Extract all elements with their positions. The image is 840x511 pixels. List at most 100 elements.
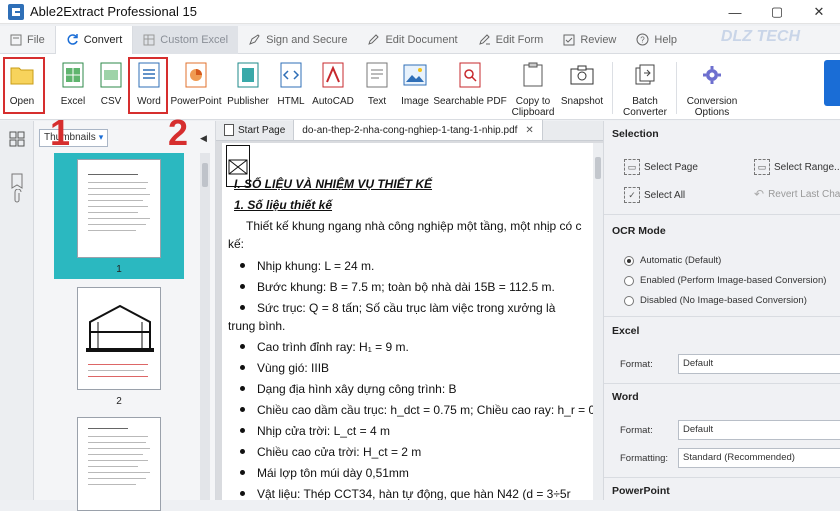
- doc-bullet: Cao trình đỉnh ray: H₁ = 9 m.: [234, 340, 409, 354]
- chevron-down-icon: ▾: [98, 132, 104, 142]
- page-icon: [224, 124, 234, 136]
- excel-button[interactable]: Excel: [56, 60, 90, 118]
- collapse-panel-icon[interactable]: ◀: [200, 133, 207, 144]
- refresh-icon: [67, 34, 78, 45]
- document-scrollbar[interactable]: [593, 143, 603, 500]
- drawing-preview: [86, 304, 154, 352]
- bookmark-icon[interactable]: [9, 173, 25, 189]
- menu-edit-document[interactable]: Edit Document: [357, 26, 467, 54]
- thumbnail-number: 2: [116, 396, 122, 407]
- minimize-button[interactable]: —: [714, 0, 756, 24]
- page-preview: [77, 287, 161, 390]
- searchable-pdf-button[interactable]: Searchable PDF: [433, 60, 507, 118]
- doc-bullet: Chiều cao dầm cầu trục: h_dct = 0.75 m; …: [234, 403, 595, 417]
- menu-edit-form[interactable]: Edit Form: [468, 26, 554, 54]
- maximize-button[interactable]: ▢: [756, 0, 798, 24]
- ocr-mode-title: OCR Mode: [612, 225, 666, 237]
- image-button[interactable]: Image: [400, 60, 430, 118]
- attachment-icon[interactable]: [9, 189, 25, 205]
- table-icon: [143, 34, 155, 45]
- batch-converter-button[interactable]: Batch Converter: [622, 60, 668, 118]
- powerpoint-title: PowerPoint: [612, 485, 670, 497]
- word-format-select[interactable]: Default: [678, 420, 840, 440]
- menu-review[interactable]: Review: [553, 26, 626, 54]
- pdf-page: I. SỐ LIỆU VÀ NHIỆM VỤ THIẾT KẾ 1. Số li…: [222, 143, 597, 500]
- doc-bullet-cont: trung bình.: [228, 319, 286, 333]
- tab-start-page[interactable]: Start Page: [216, 120, 295, 140]
- tab-document[interactable]: do-an-thep-2-nha-cong-nghiep-1-tang-1-nh…: [294, 120, 543, 140]
- doc-bullet: Dạng địa hình xây dựng công trình: B: [234, 382, 457, 396]
- select-page-button[interactable]: ▭ Select Page: [624, 159, 698, 175]
- doc-bullet: Vật liệu: Thép CCT34, hàn tự động, que h…: [234, 487, 571, 500]
- step-1-label: 1: [50, 112, 71, 153]
- thumbnails-grid-icon[interactable]: [9, 131, 25, 147]
- checklist-icon: [563, 34, 575, 45]
- close-button[interactable]: ✕: [798, 0, 840, 24]
- conversion-options-button[interactable]: Conversion Options: [684, 60, 740, 118]
- text-file-icon: [364, 60, 390, 90]
- menu-custom-excel[interactable]: Custom Excel: [133, 25, 239, 54]
- doc-bullet: Chiều cao cửa trời: H_ct = 2 m: [234, 445, 421, 459]
- menu-file[interactable]: File: [0, 26, 55, 54]
- divider: [604, 477, 840, 478]
- doc-bullet: Vùng gió: IIIB: [234, 361, 329, 375]
- step-2-label: 2: [168, 112, 189, 153]
- doc-heading-1: I. SỐ LIỆU VÀ NHIỆM VỤ THIẾT KẾ: [234, 177, 433, 191]
- doc-paragraph: Thiết kế khung ngang nhà công nghiệp một…: [246, 219, 582, 233]
- thumbnail-page-2[interactable]: 2: [54, 281, 184, 411]
- ocr-automatic-radio[interactable]: Automatic (Default): [624, 255, 721, 266]
- revert-button[interactable]: ↶ Revert Last Cha: [754, 187, 840, 201]
- thumbnail-page-3[interactable]: [54, 411, 184, 511]
- doc-bullet: Bước khung: B = 7.5 m; toàn bộ nhà dài 1…: [234, 280, 555, 294]
- text-button[interactable]: Text: [364, 60, 390, 118]
- copy-clipboard-button[interactable]: Copy to Clipboard: [512, 60, 554, 118]
- thumbnails-scrollbar[interactable]: [200, 153, 210, 500]
- html-icon: [278, 60, 304, 90]
- csv-button[interactable]: CSV: [96, 60, 126, 118]
- menu-help[interactable]: ? Help: [626, 26, 687, 54]
- edit-icon: [368, 34, 380, 45]
- csv-icon: [98, 60, 124, 90]
- ocr-disabled-radio[interactable]: Disabled (No Image-based Conversion): [624, 295, 807, 306]
- word-formatting-row: Formatting: Standard (Recommended): [620, 448, 840, 468]
- close-tab-icon[interactable]: ✕: [525, 125, 533, 136]
- thumbnails-panel: Thumbnails ▾ ◀ 1 2: [34, 121, 216, 511]
- page-preview: [77, 417, 161, 511]
- clipboard-icon: [520, 60, 546, 90]
- image-icon: [402, 60, 428, 90]
- divider: [604, 214, 840, 215]
- select-range-button[interactable]: ▭ Select Range...: [754, 159, 840, 175]
- powerpoint-button[interactable]: PowerPoint: [170, 60, 222, 118]
- thumbnail-page-1[interactable]: 1: [54, 153, 184, 279]
- pen-icon: [249, 34, 260, 45]
- select-page-icon: ▭: [624, 159, 640, 175]
- form-icon: [478, 34, 490, 45]
- page-preview: [77, 159, 161, 258]
- publisher-button[interactable]: Publisher: [227, 60, 269, 118]
- doc-bullet: Nhịp khung: L = 24 m.: [234, 259, 374, 273]
- word-title: Word: [612, 391, 639, 403]
- html-button[interactable]: HTML: [277, 60, 305, 118]
- ribbon-separator: [612, 62, 613, 114]
- divider: [604, 383, 840, 384]
- menu-convert[interactable]: Convert: [54, 25, 134, 54]
- scrollbar-knob[interactable]: [202, 163, 208, 187]
- batch-icon: [632, 60, 658, 90]
- scrollbar-knob[interactable]: [595, 157, 601, 179]
- side-tab[interactable]: [824, 60, 840, 106]
- ocr-enabled-radio[interactable]: Enabled (Perform Image-based Conversion): [624, 275, 826, 286]
- snapshot-button[interactable]: Snapshot: [560, 60, 604, 118]
- options-panel: Selection ▭ Select Page ▭ Select Range... …: [603, 121, 840, 500]
- doc-bullet: Mái lợp tôn múi dày 0,51mm: [234, 466, 409, 480]
- menu-sign-secure[interactable]: Sign and Secure: [238, 26, 357, 54]
- doc-heading-2: 1. Số liệu thiết kế: [234, 198, 333, 212]
- watermark-logo: DLZ TECH: [720, 28, 800, 45]
- autocad-button[interactable]: AutoCAD: [312, 60, 354, 118]
- highlight-open: [3, 57, 45, 114]
- word-formatting-select[interactable]: Standard (Recommended): [678, 448, 840, 468]
- excel-title: Excel: [612, 325, 640, 337]
- svg-text:?: ?: [641, 36, 646, 45]
- select-all-button[interactable]: ✓ Select All: [624, 187, 685, 203]
- excel-format-select[interactable]: Default: [678, 354, 840, 374]
- undo-icon: ↶: [754, 187, 765, 201]
